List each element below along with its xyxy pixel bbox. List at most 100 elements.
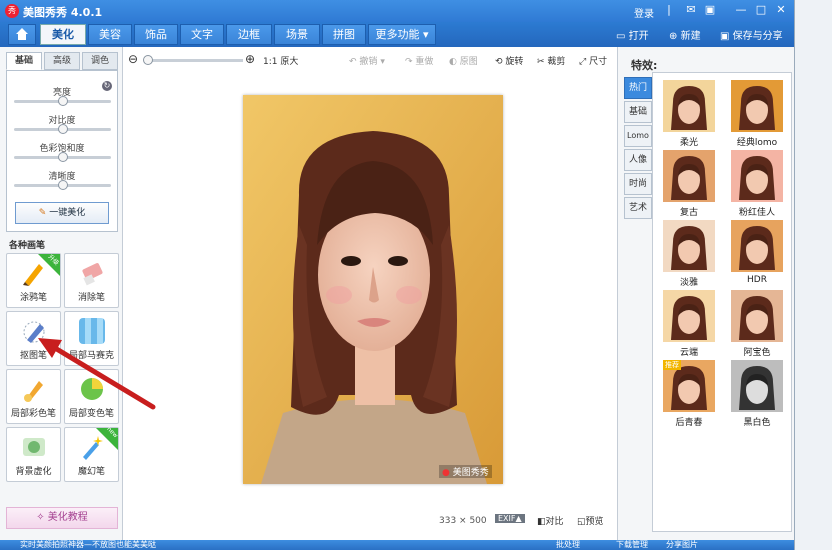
brush-color-change[interactable]: 局部变色笔 (64, 369, 119, 424)
email-icon[interactable]: ✉ (684, 3, 698, 17)
open-button[interactable]: ▭ 打开 (616, 27, 649, 42)
saturation-slider[interactable] (14, 152, 111, 162)
login-link[interactable]: 登录 (634, 5, 654, 20)
zoom-in-icon[interactable]: ⊕ (245, 52, 255, 66)
effect-label: 经典lomo (736, 138, 778, 148)
color-change-icon (79, 376, 105, 402)
slider-knob[interactable] (57, 152, 68, 162)
save-label: 保存与分享 (732, 31, 783, 42)
effect-preview-image (663, 220, 715, 272)
brush-label: 魔幻笔 (77, 467, 105, 477)
minimize-icon[interactable]: — (734, 3, 748, 17)
effect-thumb[interactable]: 粉红佳人 (731, 150, 783, 218)
rotate-button[interactable]: ⟲ 旋转 (495, 54, 523, 67)
brush-doodle[interactable]: 升级 涂鸦笔 (6, 253, 61, 308)
preview-button[interactable]: ◱预览 (577, 514, 604, 527)
exif-button[interactable]: EXIF▲ (495, 514, 525, 523)
photo-canvas[interactable]: ● 美图秀秀 (243, 95, 503, 484)
cutout-pen-icon (21, 318, 47, 344)
app-title: 美图秀秀 4.0.1 (23, 6, 103, 19)
subtab-advanced[interactable]: 高级 (44, 52, 80, 70)
brush-cutout[interactable]: 抠图笔 (6, 311, 61, 366)
fx-tab-portrait[interactable]: 人像 (624, 149, 652, 171)
canvas-area: ⊖ ⊕ 1:1 原大 ↶ 撤销 ▾ ↷ 重做 ◐ 原图 ⟲ 旋转 ✂ 裁剪 ⤢ … (123, 47, 617, 540)
tab-scene[interactable]: 场景 (274, 24, 320, 45)
effect-label: 复古 (679, 208, 698, 218)
crop-button[interactable]: ✂ 裁剪 (537, 54, 565, 67)
promo-text[interactable]: 实时美颜拍照神器—不放图也能美美哒 (20, 540, 156, 550)
edit-toolbar: ⊖ ⊕ 1:1 原大 ↶ 撤销 ▾ ↷ 重做 ◐ 原图 ⟲ 旋转 ✂ 裁剪 ⤢ … (123, 47, 617, 73)
redo-label: 重做 (415, 57, 434, 67)
crop-label: 裁剪 (547, 57, 566, 67)
maximize-icon[interactable]: □ (754, 3, 768, 17)
chevron-down-icon: ▾ (422, 28, 429, 41)
brightness-slider[interactable] (14, 96, 111, 106)
effect-preview-image (663, 290, 715, 342)
divider: | (667, 3, 671, 16)
tab-more-features[interactable]: 更多功能 ▾ (368, 24, 436, 45)
brush-eraser[interactable]: 消除笔 (64, 253, 119, 308)
effect-label: HDR (747, 275, 767, 285)
effect-thumb[interactable]: 黑白色 (731, 360, 783, 428)
preview-label: 预览 (585, 517, 604, 527)
fx-tab-fashion[interactable]: 时尚 (624, 173, 652, 195)
effect-thumb[interactable]: 推荐 后青春 (663, 360, 715, 428)
one-key-beautify-button[interactable]: ✎ 一键美化 (15, 202, 109, 224)
close-icon[interactable]: ✕ (774, 3, 788, 17)
effect-thumb[interactable]: 云端 (663, 290, 715, 358)
zoom-knob[interactable] (143, 55, 153, 65)
save-share-button[interactable]: ▣ 保存与分享 (720, 27, 783, 42)
effect-thumb[interactable]: 复古 (663, 150, 715, 218)
subtab-color[interactable]: 调色 (82, 52, 118, 70)
subtab-basic[interactable]: 基础 (6, 52, 42, 70)
brush-background-blur[interactable]: 背景虚化 (6, 427, 61, 482)
new-button[interactable]: ⊕ 新建 (669, 27, 701, 42)
slider-knob[interactable] (57, 124, 68, 134)
brush-mosaic[interactable]: 局部马赛克 (64, 311, 119, 366)
effect-thumb[interactable]: HDR (731, 220, 783, 286)
tab-collage[interactable]: 拼图 (322, 24, 366, 45)
home-button[interactable] (8, 24, 36, 45)
brush-magic[interactable]: new 魔幻笔 (64, 426, 119, 482)
adjust-box: ↻ 亮度 对比度 色彩饱和度 清晰度 ✎ 一键美化 (6, 70, 118, 232)
fx-tab-basic[interactable]: 基础 (624, 101, 652, 123)
undo-button[interactable]: ↶ 撤销 ▾ (349, 54, 385, 67)
tab-beautify[interactable]: 美化 (40, 24, 86, 45)
zoom-slider[interactable] (143, 55, 243, 65)
slider-knob[interactable] (57, 180, 68, 190)
effect-thumb[interactable]: 柔光 (663, 80, 715, 148)
tutorial-button[interactable]: ✧ 美化教程 (6, 507, 118, 529)
tab-beauty[interactable]: 美容 (88, 24, 132, 45)
fx-tab-art[interactable]: 艺术 (624, 197, 652, 219)
fx-tab-hot[interactable]: 热门 (624, 77, 652, 99)
slider-knob[interactable] (57, 96, 68, 106)
fx-tab-lomo[interactable]: Lomo (624, 125, 652, 147)
contrast-slider[interactable] (14, 124, 111, 134)
menu-icon[interactable]: ▣ (703, 3, 717, 17)
share-image-button[interactable]: 分享图片 (666, 540, 698, 550)
effect-thumb[interactable]: 淡雅 (663, 220, 715, 288)
crop-icon: ✂ (537, 57, 545, 67)
zoom-out-icon[interactable]: ⊖ (128, 52, 138, 66)
brush-local-color[interactable]: 局部彩色笔 (6, 369, 61, 424)
sharpness-slider[interactable] (14, 180, 111, 190)
compare-button[interactable]: ◧对比 (537, 514, 564, 527)
effect-thumb[interactable]: 经典lomo (731, 80, 783, 148)
original-image-button[interactable]: ◐ 原图 (449, 54, 478, 67)
original-size-button[interactable]: 1:1 原大 (263, 54, 298, 67)
one-key-label: 一键美化 (49, 208, 86, 218)
effect-thumb[interactable]: 阿宝色 (731, 290, 783, 358)
resize-button[interactable]: ⤢ 尺寸 (579, 54, 607, 67)
tab-text[interactable]: 文字 (180, 24, 224, 45)
watermark-text: 美图秀秀 (452, 468, 489, 478)
recommend-badge: 推荐 (663, 360, 681, 370)
download-manager-button[interactable]: 下载管理 (616, 540, 648, 550)
tab-accessories[interactable]: 饰品 (134, 24, 178, 45)
effect-preview-image (663, 150, 715, 202)
effect-label: 淡雅 (679, 278, 698, 288)
redo-button[interactable]: ↷ 重做 (405, 54, 433, 67)
tab-frame[interactable]: 边框 (226, 24, 272, 45)
effect-preview-image (731, 150, 783, 202)
portrait-photo (243, 95, 503, 484)
batch-button[interactable]: 批处理 (556, 540, 580, 550)
